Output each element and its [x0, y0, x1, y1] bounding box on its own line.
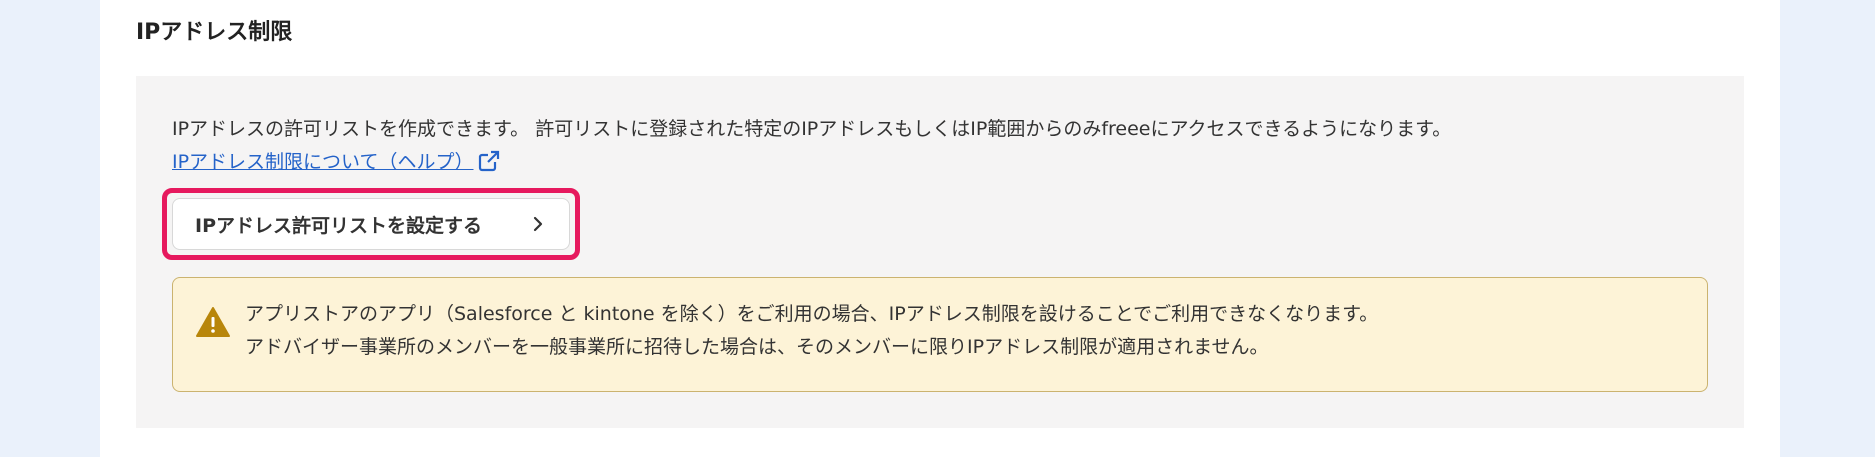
external-link-icon[interactable]: [477, 149, 501, 173]
warning-line-1: アプリストアのアプリ（Salesforce と kintone を除く）をご利用…: [245, 303, 1379, 325]
warning-triangle-icon: [195, 306, 231, 338]
section-title: IPアドレス制限: [136, 20, 293, 45]
description: IPアドレスの許可リストを作成できます。 許可リストに登録された特定のIPアドレ…: [172, 113, 1712, 179]
warning-callout: アプリストアのアプリ（Salesforce と kintone を除く）をご利用…: [172, 277, 1708, 392]
ip-restriction-content: IPアドレスの許可リストを作成できます。 許可リストに登録された特定のIPアドレ…: [136, 76, 1744, 428]
help-link[interactable]: IPアドレス制限について（ヘルプ）: [172, 151, 474, 173]
set-ip-allowlist-button-label: IPアドレス許可リストを設定する: [195, 214, 482, 237]
warning-line-2: アドバイザー事業所のメンバーを一般事業所に招待した場合は、そのメンバーに限りIP…: [245, 336, 1269, 358]
description-text: IPアドレスの許可リストを作成できます。 許可リストに登録された特定のIPアドレ…: [172, 118, 1452, 140]
settings-panel: IPアドレス制限 IPアドレスの許可リストを作成できます。 許可リストに登録され…: [100, 0, 1780, 457]
warning-text: アプリストアのアプリ（Salesforce と kintone を除く）をご利用…: [245, 298, 1378, 364]
set-ip-allowlist-button[interactable]: IPアドレス許可リストを設定する: [172, 198, 570, 250]
chevron-right-icon: [529, 215, 547, 233]
help-link-row: IPアドレス制限について（ヘルプ）: [172, 146, 1712, 179]
